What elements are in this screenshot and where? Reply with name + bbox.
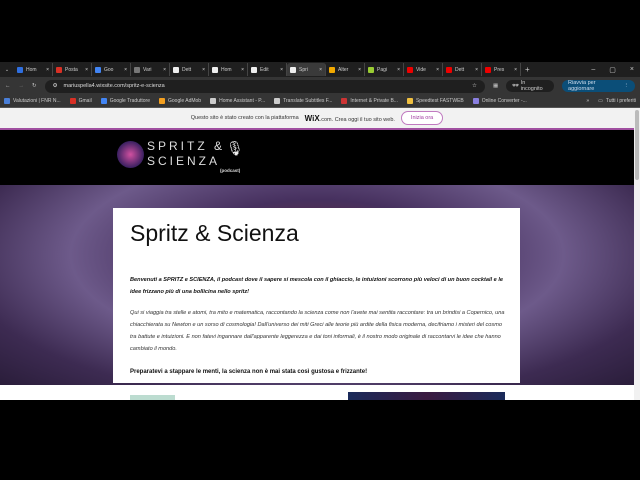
bookmark-favicon-icon — [4, 98, 10, 104]
extensions-icon[interactable]: ▦ — [493, 83, 498, 89]
tab-favicon-icon — [173, 66, 179, 73]
bookmark-favicon-icon — [406, 98, 413, 104]
tab-favicon-icon — [134, 66, 140, 73]
tab-favicon-icon — [251, 66, 257, 73]
podcast-label: (podcast) — [220, 168, 241, 173]
tab-favicon-icon — [17, 66, 23, 73]
browser-tab[interactable]: Posta × — [53, 63, 92, 76]
close-tab-icon[interactable]: × — [124, 67, 127, 73]
more-bookmarks-icon[interactable]: » — [586, 98, 589, 104]
bookmark-favicon-icon — [159, 98, 165, 104]
close-tab-icon[interactable]: × — [163, 67, 166, 73]
site-header: SPRITZ & SCIENZA 🎙 (podcast) CONTENUTI A… — [0, 130, 634, 308]
incognito-icon: 🕶 — [512, 83, 520, 89]
episode-image[interactable] — [348, 392, 505, 400]
browser-tab[interactable]: Goo × — [92, 63, 131, 76]
close-tab-icon[interactable]: × — [475, 67, 478, 73]
bookmark-item[interactable]: Valutazioni | FNR N... — [4, 98, 61, 104]
tab-strip: ⌄ Hom × Posta × Goo × Vari × Dett × Hom × Edit × Spri ×… — [0, 62, 640, 77]
browser-tab[interactable]: Hom × — [209, 63, 248, 76]
tab-search-button[interactable]: ⌄ — [0, 67, 14, 73]
tab-favicon-icon — [56, 66, 62, 73]
intro-card: Spritz & Scienza Benvenuti a SPRITZ e SC… — [113, 208, 520, 383]
bookmark-favicon-icon — [100, 98, 107, 104]
bookmark-favicon-icon — [210, 98, 217, 104]
browser-tab[interactable]: Alter × — [326, 63, 365, 76]
section-heading-partial — [130, 395, 175, 400]
reload-icon[interactable]: ↻ — [32, 83, 37, 89]
tab-favicon-icon — [212, 66, 218, 73]
browser-tab[interactable]: Dett × — [170, 63, 209, 76]
browser-tab[interactable]: Vide × — [404, 63, 443, 76]
microphone-icon: 🎙 — [226, 140, 244, 156]
bookmark-item[interactable]: Translate Subtitles F... — [274, 98, 332, 104]
bookmarks-bar: Valutazioni | FNR N... Gmail Google Tradut… — [0, 95, 640, 108]
tab-favicon-icon — [368, 66, 374, 73]
close-tab-icon[interactable]: × — [85, 67, 88, 73]
minimize-button[interactable]: – — [591, 66, 595, 74]
page-scrollbar[interactable] — [634, 108, 640, 400]
bookmark-favicon-icon — [274, 98, 281, 104]
bookmark-item[interactable]: Google Traduttore — [100, 98, 150, 104]
browser-tab[interactable]: Spri × — [287, 63, 326, 76]
wix-logo: WiX — [304, 113, 320, 123]
outro-text: Preparatevi a stappare le menti, la scie… — [130, 369, 368, 375]
bookmark-item[interactable]: Home Assistant - P... — [210, 98, 265, 104]
forward-icon[interactable]: → — [19, 83, 25, 89]
bookmark-item[interactable]: Google AdMob — [159, 98, 201, 104]
maximize-button[interactable]: ▢ — [609, 66, 616, 74]
bookmark-item[interactable]: Online Converter -... — [472, 98, 527, 104]
page-title: Spritz & Scienza — [130, 220, 299, 246]
tab-favicon-icon — [95, 66, 101, 73]
browser-tab[interactable]: Pagi × — [365, 63, 404, 76]
close-tab-icon[interactable]: × — [319, 67, 322, 73]
close-tab-icon[interactable]: × — [241, 67, 244, 73]
new-tab-button[interactable]: + — [525, 65, 530, 74]
browser-tab[interactable]: Vari × — [131, 63, 170, 76]
close-tab-icon[interactable]: × — [202, 67, 205, 73]
body-text: Qui si viaggia tra stelle e atomi, tra m… — [130, 310, 505, 352]
tab-favicon-icon — [290, 66, 296, 73]
browser-tab[interactable]: Hom × — [14, 63, 53, 76]
folder-icon: ▭ — [598, 98, 603, 104]
tab-favicon-icon — [407, 66, 413, 73]
start-now-button[interactable]: Inizia ora — [400, 111, 444, 125]
bookmark-favicon-icon — [341, 98, 348, 104]
address-bar-row: ← → ↻ ⚙ mariuspella4.wixsite.com/spritz-… — [0, 77, 640, 95]
all-bookmarks-button[interactable]: ▭ Tutti i preferiti — [598, 98, 636, 104]
bookmark-favicon-icon — [69, 98, 76, 104]
update-button[interactable]: Riavvia per aggiornare ⋮ — [562, 80, 635, 92]
incognito-badge[interactable]: 🕶 In incognito — [506, 80, 555, 92]
close-tab-icon[interactable]: × — [397, 67, 400, 73]
bookmark-item[interactable]: Internet & Private B... — [341, 98, 398, 104]
star-icon[interactable]: ☆ — [472, 83, 477, 89]
close-tab-icon[interactable]: × — [358, 67, 361, 73]
tab-favicon-icon — [446, 66, 452, 73]
tab-favicon-icon — [485, 66, 491, 73]
browser-tab[interactable]: Edit × — [248, 63, 287, 76]
back-icon[interactable]: ← — [5, 83, 11, 89]
close-tab-icon[interactable]: × — [514, 67, 517, 73]
browser-tab[interactable]: Pres × — [482, 63, 521, 76]
browser-tab[interactable]: Dett × — [443, 63, 482, 76]
intro-text: Benvenuti a SPRITZ e SCIENZA, il podcast… — [130, 277, 503, 295]
content-section — [0, 385, 634, 400]
close-tab-icon[interactable]: × — [436, 67, 439, 73]
site-logo[interactable]: SPRITZ & SCIENZA — [147, 139, 225, 169]
bookmark-item[interactable]: Speedtest FASTWEB — [406, 98, 464, 104]
logo-image[interactable] — [117, 141, 144, 168]
tab-favicon-icon — [329, 66, 335, 73]
bookmark-favicon-icon — [472, 98, 479, 104]
site-info-icon[interactable]: ⚙ — [53, 83, 58, 89]
close-tab-icon[interactable]: × — [280, 67, 283, 73]
bookmark-item[interactable]: Gmail — [69, 98, 92, 104]
close-tab-icon[interactable]: × — [46, 67, 49, 73]
wix-banner: Questo sito è stato creato con la piatta… — [0, 108, 634, 130]
url-input[interactable]: ⚙ mariuspella4.wixsite.com/spritz-e-scie… — [44, 79, 485, 93]
close-window-button[interactable]: × — [630, 66, 634, 74]
